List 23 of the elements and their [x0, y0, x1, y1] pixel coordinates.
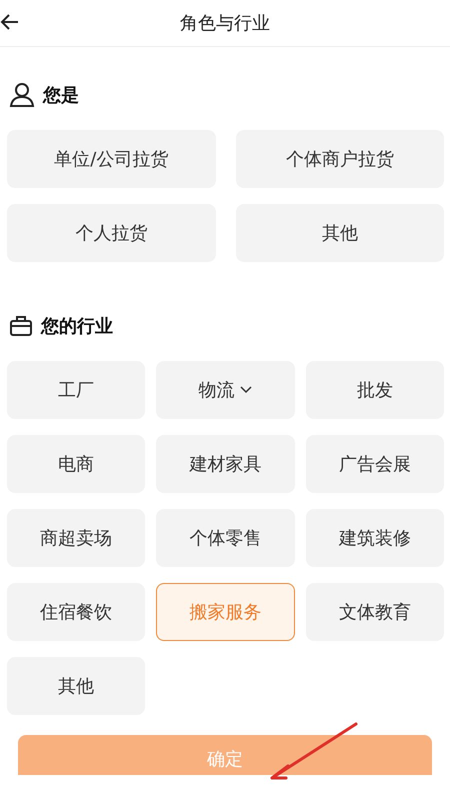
- option-button[interactable]: 广告会展: [306, 435, 444, 493]
- option-button[interactable]: 住宿餐饮: [7, 583, 146, 641]
- option-button[interactable]: 建材家具: [156, 435, 295, 493]
- briefcase-icon: [9, 315, 33, 337]
- option-button[interactable]: 其他: [7, 657, 146, 715]
- option-button[interactable]: 批发: [306, 361, 444, 419]
- option-button[interactable]: 工厂: [7, 361, 146, 419]
- option-button[interactable]: 文体教育: [306, 583, 444, 641]
- option-button[interactable]: 物流: [156, 361, 295, 419]
- section-title: 您是: [43, 84, 79, 107]
- person-icon: [9, 82, 35, 108]
- option-button[interactable]: 个体零售: [156, 509, 295, 567]
- option-button[interactable]: 个体商户拉货: [236, 130, 444, 188]
- section-title: 您的行业: [41, 315, 113, 338]
- back-icon[interactable]: [0, 12, 20, 32]
- option-button[interactable]: 个人拉货: [7, 204, 216, 262]
- option-button[interactable]: 其他: [236, 204, 444, 262]
- option-button[interactable]: 电商: [7, 435, 146, 493]
- option-button[interactable]: 商超卖场: [7, 509, 146, 567]
- chevron-down-icon: [240, 386, 252, 394]
- page-title: 角色与行业: [180, 12, 270, 35]
- option-button[interactable]: 建筑装修: [306, 509, 444, 567]
- option-button[interactable]: 单位/公司拉货: [7, 130, 216, 188]
